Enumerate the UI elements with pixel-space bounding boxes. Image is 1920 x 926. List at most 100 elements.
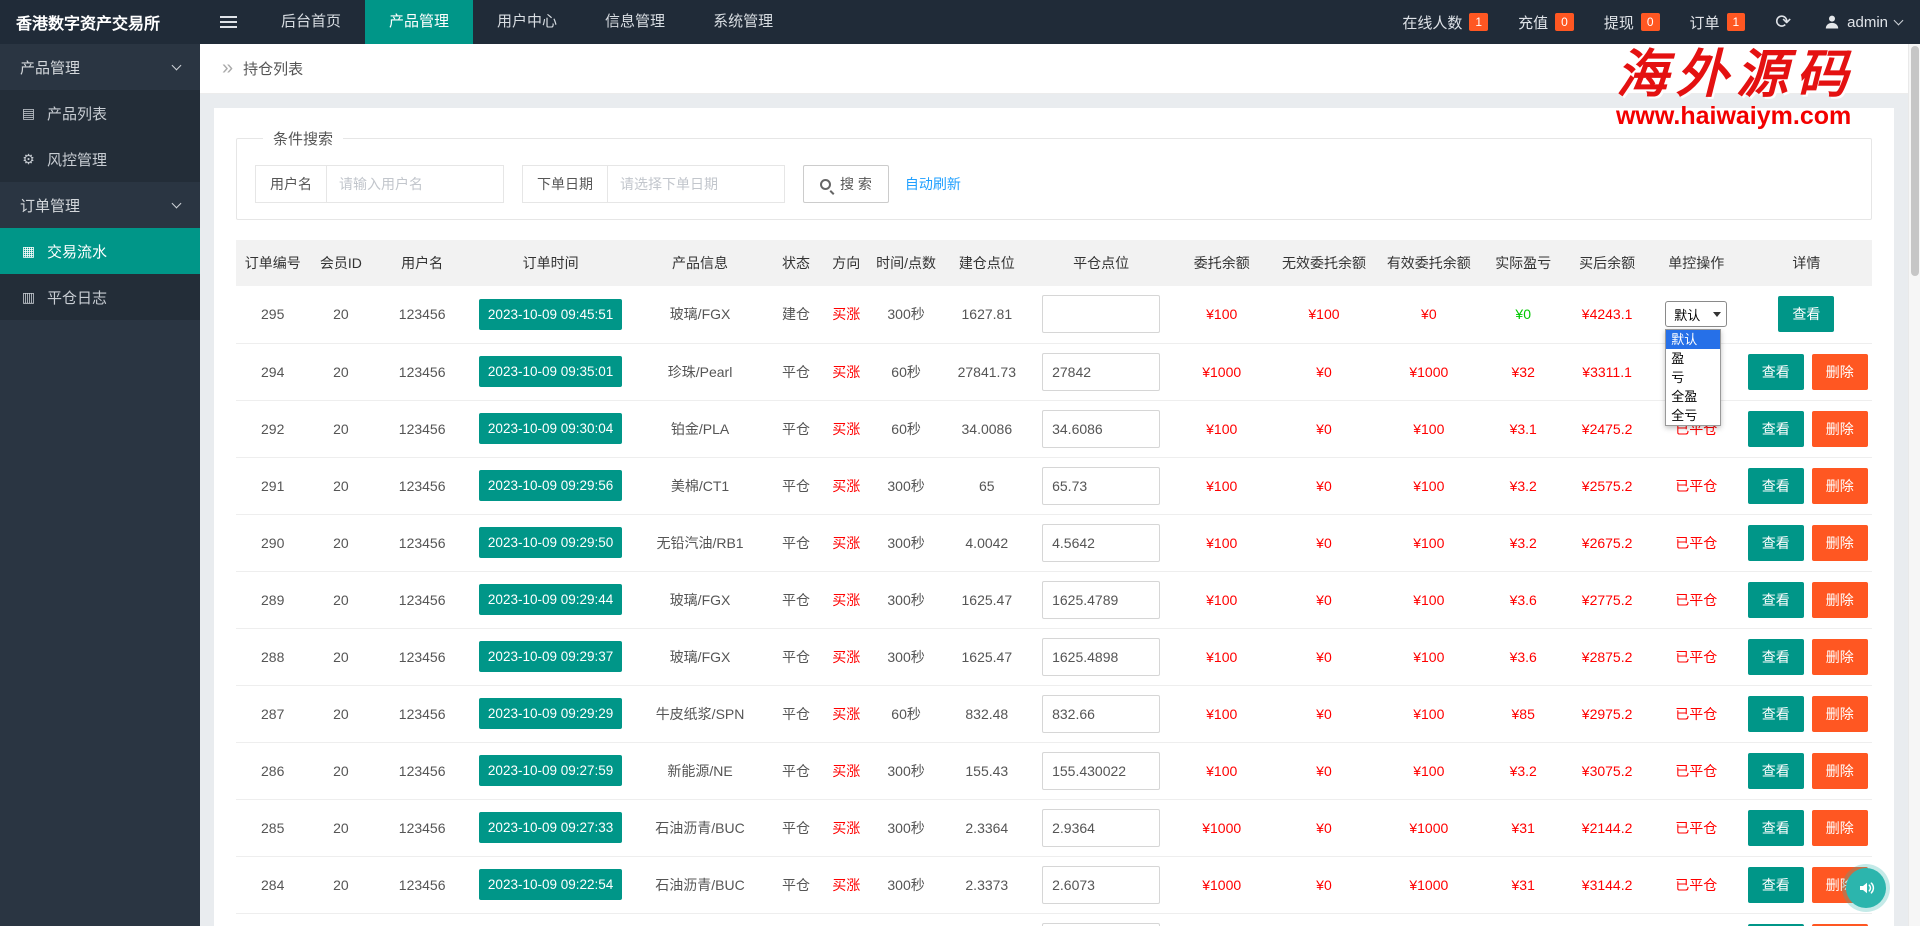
date-input[interactable] [607,165,785,203]
delete-button[interactable]: 删除 [1811,467,1868,504]
delete-button[interactable]: 删除 [1811,809,1868,846]
select-option[interactable]: 盈 [1666,349,1720,368]
cell-balance: ¥2575.2 [1562,457,1652,515]
view-button[interactable]: 查看 [1747,353,1804,390]
table-row: 288 20 123456 2023-10-09 09:29:37 玻璃/FGX 平仓 买涨… [236,628,1872,686]
col-control: 单控操作 [1651,240,1741,286]
cell-member-id: 20 [309,742,373,800]
order-time-badge: 2023-10-09 09:45:51 [478,298,623,330]
control-select[interactable]: 默认 默认盈亏全盈 全亏 [1665,301,1728,427]
search-button[interactable]: 搜 索 [803,165,889,203]
nav-item-info[interactable]: 信息管理 [581,0,689,44]
delete-button[interactable]: 删除 [1811,410,1868,447]
sidebar-item-product-list[interactable]: ▤ 产品列表 [0,90,200,136]
sidebar-item-trade-flow[interactable]: ▦ 交易流水 [0,228,200,274]
cell-balance-value: ¥3075.2 [1581,762,1633,779]
close-point-input[interactable] [1042,580,1161,619]
cell-duration: 60秒 [871,685,941,743]
select-option[interactable]: 全亏 [1666,406,1720,425]
cell-profit-value: ¥3.2 [1509,762,1537,779]
view-button[interactable]: 查看 [1747,410,1804,447]
cell-invalid-entrust-value: ¥0 [1316,819,1332,836]
scrollbar[interactable] [1908,44,1920,926]
close-point-input[interactable] [1042,352,1161,391]
select-option[interactable]: 默认 [1666,330,1721,350]
username-input[interactable] [326,165,504,203]
cell-valid-entrust: ¥1000 [1373,343,1484,401]
cell-order-id: 285 [236,799,310,857]
cell-invalid-entrust: ¥100 [1274,286,1374,344]
cell-control: 已平仓 [1651,799,1741,857]
refresh-icon[interactable]: ⟳ [1760,11,1806,34]
cell-order-id: 289 [236,571,310,629]
cell-entrust-value: ¥100 [1206,420,1238,437]
cell-member-id: 20 [309,628,373,686]
close-point-input[interactable] [1042,295,1161,334]
cell-product: 玻璃/FGX [629,571,771,629]
select-option[interactable]: 全盈 [1666,387,1720,406]
cell-detail: 查看删除 [1740,571,1872,629]
close-point-input[interactable] [1042,637,1161,676]
delete-button[interactable]: 删除 [1811,752,1868,789]
delete-button[interactable]: 删除 [1811,695,1868,732]
delete-button[interactable]: 删除 [1811,353,1868,390]
nav-stat-online[interactable]: 在线人数 1 [1387,12,1503,33]
view-button[interactable]: 查看 [1747,866,1804,903]
close-point-input[interactable] [1042,409,1161,448]
nav-stat-recharge[interactable]: 充值 0 [1503,12,1589,33]
close-point-input[interactable] [1042,523,1161,562]
col-product: 产品信息 [629,240,771,286]
view-button[interactable]: 查看 [1747,809,1804,846]
view-button[interactable]: 查看 [1778,296,1835,333]
cell-direction: 买涨 [821,400,872,458]
delete-button[interactable]: 删除 [1811,638,1868,675]
close-point-input[interactable] [1042,751,1161,790]
close-point-input[interactable] [1042,466,1161,505]
view-button[interactable]: 查看 [1747,638,1804,675]
cell-control: 已平仓 [1651,628,1741,686]
cell-control: 已平仓 [1651,457,1741,515]
view-button[interactable]: 查看 [1747,752,1804,789]
cell-balance-value: ¥3311.1 [1582,363,1632,380]
nav-stat-orders[interactable]: 订单 1 [1675,12,1761,33]
hamburger-icon[interactable] [200,0,257,44]
view-button[interactable]: 查看 [1747,581,1804,618]
cell-username: 123456 [372,457,472,515]
nav-item-products[interactable]: 产品管理 [365,0,474,44]
sidebar-group-order-mgmt[interactable]: 订单管理 [0,182,200,228]
nav-item-system[interactable]: 系统管理 [689,0,797,44]
cell-entrust: ¥1000 [1169,799,1275,857]
sidebar-item-risk-mgmt[interactable]: ⚙ 风控管理 [0,136,200,182]
close-point-input[interactable] [1042,808,1161,847]
cell-direction: 买涨 [821,685,872,743]
auto-refresh-link[interactable]: 自动刷新 [905,174,961,194]
cell-invalid-entrust: ¥0 [1274,571,1374,629]
sidebar-group-product-mgmt[interactable]: 产品管理 [0,44,200,90]
delete-button[interactable]: 删除 [1811,581,1868,618]
col-status: 状态 [770,240,822,286]
audio-float-button[interactable] [1846,868,1886,908]
view-button[interactable]: 查看 [1747,695,1804,732]
close-point-input[interactable] [1042,865,1161,904]
cell-order-time: 2023-10-09 09:29:50 [471,514,630,572]
admin-menu[interactable]: admin [1806,14,1920,31]
cell-order-time: 2023-10-09 09:30:04 [471,400,630,458]
cell-profit-value: ¥3.2 [1509,534,1537,551]
cell-valid-entrust: ¥100 [1373,571,1484,629]
cell-detail: 查看删除 [1740,628,1872,686]
cell-username: 123456 [372,913,472,926]
cell-entrust-value: ¥100 [1206,762,1238,779]
control-select-box[interactable]: 默认 [1665,301,1728,328]
close-point-input[interactable] [1042,922,1161,926]
select-option[interactable]: 亏 [1666,368,1720,387]
admin-username: admin [1847,13,1888,31]
view-button[interactable]: 查看 [1747,524,1804,561]
nav-stat-withdraw[interactable]: 提现 0 [1589,12,1675,33]
sidebar-item-close-log[interactable]: ▥ 平仓日志 [0,274,200,320]
nav-item-home[interactable]: 后台首页 [257,0,365,44]
scrollbar-thumb[interactable] [1911,46,1919,276]
close-point-input[interactable] [1042,694,1161,733]
delete-button[interactable]: 删除 [1811,524,1868,561]
nav-item-users[interactable]: 用户中心 [473,0,581,44]
view-button[interactable]: 查看 [1747,467,1804,504]
